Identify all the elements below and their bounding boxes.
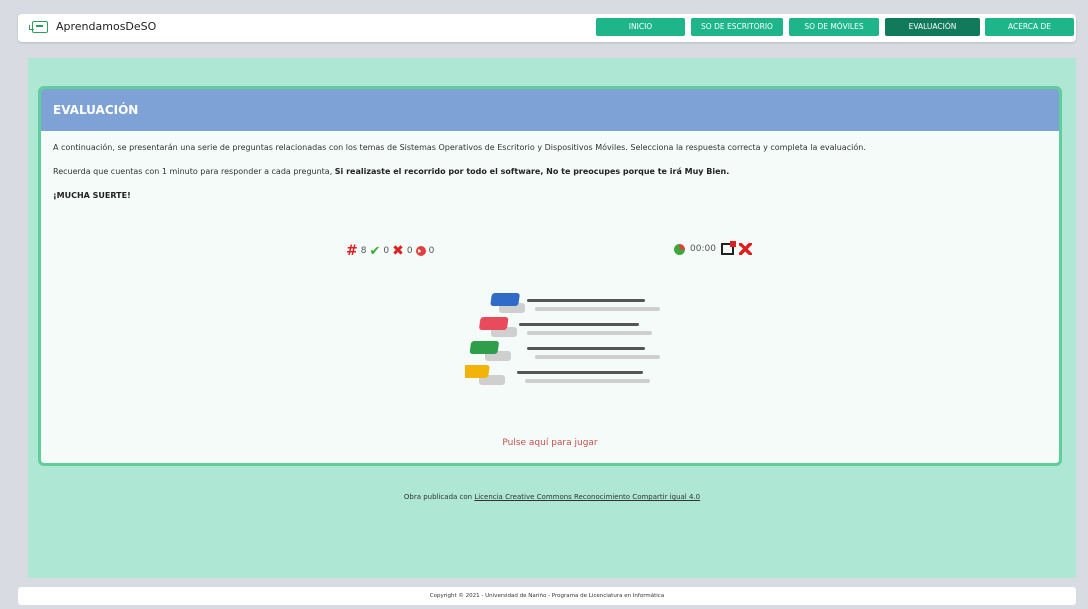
license-link[interactable]: Licencia Creative Commons Reconocimiento… — [474, 493, 700, 501]
main-area: EVALUACIÓN A continuación, se presentará… — [28, 58, 1076, 578]
questions-count: 8 — [360, 246, 367, 256]
intro-text: A continuación, se presentarán una serie… — [53, 143, 866, 152]
pie-timer-icon — [674, 243, 685, 255]
skipped-count: 0 — [428, 246, 435, 256]
score-stats: # 8 ✔ 0 ✖ 0 0 — [346, 243, 434, 259]
fullscreen-icon[interactable] — [738, 243, 752, 255]
note-text: Recuerda que cuentas con 1 minuto para r… — [53, 167, 729, 176]
license-text: Obra publicada con Licencia Creative Com… — [28, 493, 1076, 501]
timer-value: 00:00 — [690, 244, 716, 254]
wrong-count: 0 — [406, 246, 413, 256]
nav-evaluacion[interactable]: EVALUACIÓN — [885, 18, 980, 36]
play-link[interactable]: Pulse aquí para jugar — [41, 438, 1059, 448]
nav-so-moviles[interactable]: SO DE MÓVILES — [789, 18, 879, 36]
license-prefix: Obra publicada con — [403, 493, 475, 501]
correct-count: 0 — [383, 246, 390, 256]
hash-icon: # — [346, 243, 358, 259]
nav-acerca-de[interactable]: ACERCA DE — [985, 18, 1074, 36]
note-bold: Si realizaste el recorrido por todo el s… — [334, 167, 730, 176]
evaluation-card: EVALUACIÓN A continuación, se presentará… — [38, 86, 1062, 466]
quiz-illustration — [465, 293, 660, 385]
nav-so-escritorio[interactable]: SO DE ESCRITORIO — [691, 18, 783, 36]
luck-text: ¡MUCHA SUERTE! — [53, 191, 131, 200]
exit-icon[interactable] — [720, 241, 736, 255]
top-navbar: AprendamosDeSO INICIO SO DE ESCRITORIO S… — [18, 14, 1076, 42]
skip-icon — [415, 246, 426, 256]
footer: Copyright © 2021 - Universidad de Nariño… — [18, 587, 1076, 605]
timer-controls: 00:00 — [674, 241, 752, 255]
note-prefix: Recuerda que cuentas con 1 minuto para r… — [53, 167, 335, 176]
main-menu: INICIO SO DE ESCRITORIO SO DE MÓVILES EV… — [18, 18, 1076, 38]
nav-inicio[interactable]: INICIO — [596, 18, 685, 36]
check-icon: ✔ — [369, 243, 381, 259]
cross-icon: ✖ — [392, 243, 404, 259]
card-title: EVALUACIÓN — [41, 89, 1059, 131]
